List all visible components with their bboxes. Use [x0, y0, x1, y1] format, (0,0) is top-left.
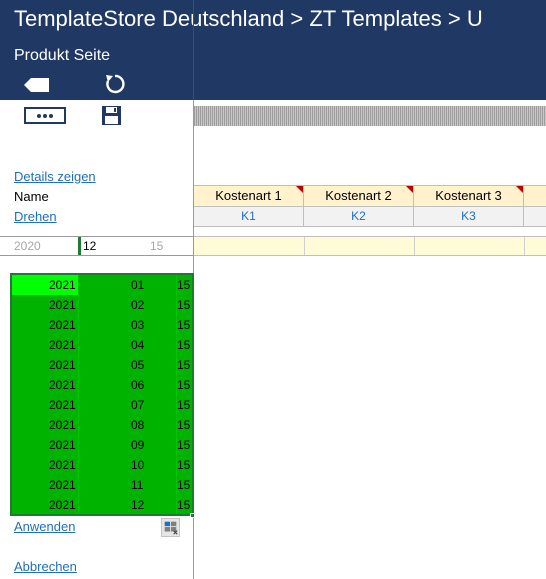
header-divider — [193, 0, 194, 100]
list-item[interactable]: 2021 05 15 — [12, 355, 192, 375]
column-code[interactable]: K3 — [414, 207, 524, 227]
comment-indicator-icon — [296, 186, 303, 193]
column-header[interactable] — [524, 185, 546, 207]
input-row[interactable] — [194, 236, 546, 256]
list-item[interactable]: 2021 06 15 — [12, 375, 192, 395]
header-bar: TemplateStore Deutschland > ZT Templates… — [0, 0, 546, 100]
list-item[interactable]: 2021 08 15 — [12, 415, 192, 435]
cell-month: 02 — [131, 298, 145, 312]
cell-month: 12 — [131, 498, 145, 512]
cell-day: 15 — [177, 458, 191, 472]
more-options-icon[interactable] — [24, 107, 66, 124]
list-item[interactable]: 2021 03 15 — [12, 315, 192, 335]
cell-divider — [304, 237, 305, 255]
cell-day: 15 — [177, 358, 191, 372]
cancel-link[interactable]: Abbrechen — [14, 559, 77, 574]
list-item[interactable]: 2021 04 15 — [12, 335, 192, 355]
cell-month: 03 — [131, 318, 145, 332]
cell-month: 08 — [131, 418, 145, 432]
cell-divider — [414, 237, 415, 255]
cell-year: 2021 — [49, 418, 76, 432]
list-item[interactable]: 2021 09 15 — [12, 435, 192, 455]
details-link[interactable]: Details zeigen — [14, 169, 96, 184]
period-row[interactable]: 2020 12 15 — [0, 236, 193, 256]
cell-year: 2021 — [49, 458, 76, 472]
ribbon-strip — [194, 106, 546, 126]
cell-day: 15 — [177, 498, 191, 512]
cell-year: 2021 — [49, 378, 76, 392]
cell-month: 09 — [131, 438, 145, 452]
cell-year: 2021 — [49, 478, 76, 492]
cell-day: 15 — [177, 338, 191, 352]
cell-year: 2021 — [49, 278, 76, 292]
column-header[interactable]: Kostenart 2 — [304, 185, 414, 207]
cell-year: 2021 — [49, 438, 76, 452]
list-item[interactable]: 2021 10 15 — [12, 455, 192, 475]
period-day: 15 — [150, 239, 164, 253]
cell-day: 15 — [177, 318, 191, 332]
period-month[interactable]: 12 — [83, 239, 96, 253]
fill-handle[interactable] — [190, 513, 195, 518]
list-item[interactable]: 2021 01 15 — [12, 275, 192, 295]
list-item[interactable]: 2021 07 15 — [12, 395, 192, 415]
cell-month: 07 — [131, 398, 145, 412]
cell-year: 2021 — [49, 298, 76, 312]
cell-year: 2021 — [49, 318, 76, 332]
rotate-link[interactable]: Drehen — [14, 209, 57, 224]
page-subtitle: Produkt Seite — [14, 47, 111, 64]
column-header-label: Kostenart 1 — [215, 188, 282, 203]
column-header[interactable]: Kostenart 3 — [414, 185, 524, 207]
cell-year: 2021 — [49, 498, 76, 512]
apply-link[interactable]: Anwenden — [14, 519, 75, 534]
period-marker — [78, 237, 81, 255]
cell-day: 15 — [177, 278, 191, 292]
cell-day: 15 — [177, 438, 191, 452]
cell-year: 2021 — [49, 358, 76, 372]
save-icon[interactable] — [101, 105, 122, 126]
column-code[interactable]: K1 — [194, 207, 304, 227]
back-tag-icon[interactable] — [24, 77, 50, 93]
cell-divider — [524, 237, 525, 255]
cell-day: 15 — [177, 298, 191, 312]
comment-indicator-icon — [516, 186, 523, 193]
cell-day: 15 — [177, 418, 191, 432]
cell-day: 15 — [177, 478, 191, 492]
name-label: Name — [14, 189, 49, 204]
cell-month: 04 — [131, 338, 145, 352]
selected-range[interactable]: 2021 01 15 2021 02 15 2021 03 15 2021 04 15 2021 05 15… — [10, 273, 194, 516]
cell-month: 01 — [131, 278, 145, 292]
comment-indicator-icon — [406, 186, 413, 193]
list-item[interactable]: 2021 11 15 — [12, 475, 192, 495]
table-options-icon[interactable] — [161, 518, 180, 537]
column-header[interactable]: Kostenart 1 — [194, 185, 304, 207]
column-code[interactable] — [524, 207, 546, 227]
cell-year: 2021 — [49, 398, 76, 412]
refresh-icon[interactable] — [104, 73, 126, 95]
period-year: 2020 — [14, 239, 41, 253]
breadcrumb: TemplateStore Deutschland > ZT Templates… — [14, 6, 483, 31]
cell-month: 05 — [131, 358, 145, 372]
cell-year: 2021 — [49, 338, 76, 352]
cell-day: 15 — [177, 378, 191, 392]
cell-month: 06 — [131, 378, 145, 392]
column-header-label: Kostenart 2 — [325, 188, 392, 203]
list-item[interactable]: 2021 12 15 — [12, 495, 192, 515]
cell-month: 10 — [131, 458, 145, 472]
list-item[interactable]: 2021 02 15 — [12, 295, 192, 315]
column-header-label: Kostenart 3 — [435, 188, 502, 203]
column-code[interactable]: K2 — [304, 207, 414, 227]
cell-month: 11 — [131, 478, 144, 492]
cell-day: 15 — [177, 398, 191, 412]
